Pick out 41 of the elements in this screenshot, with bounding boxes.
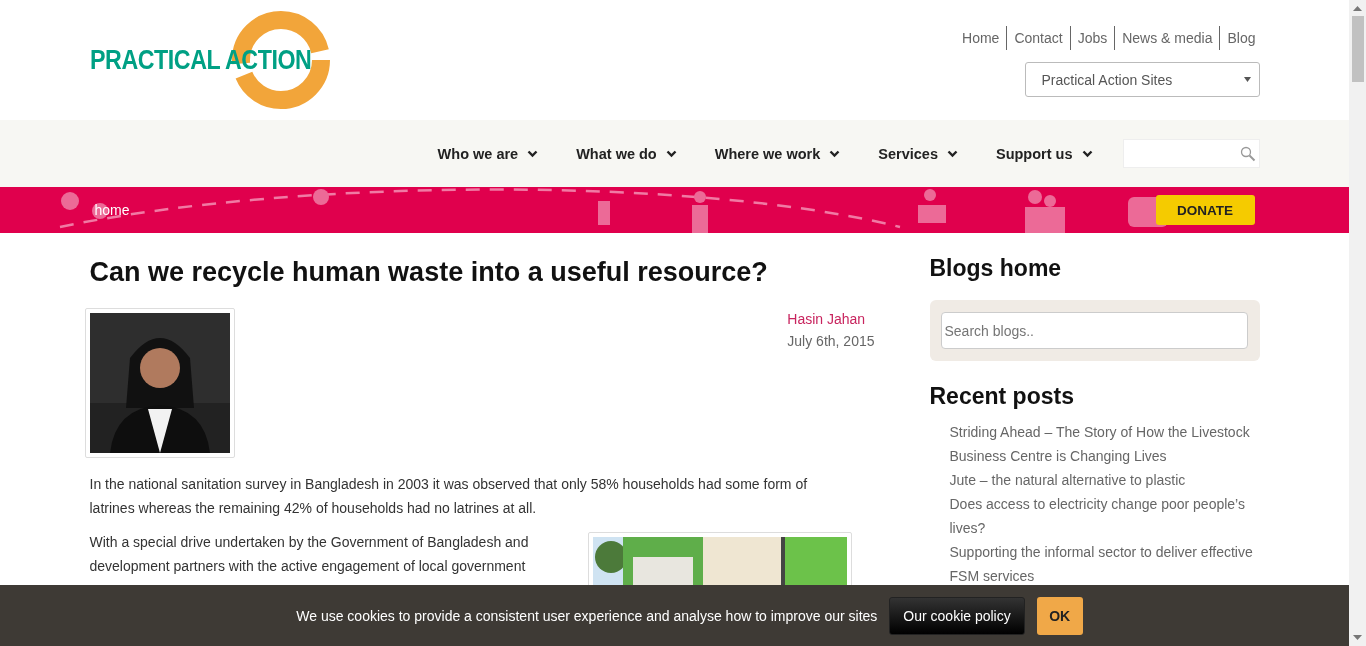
nav-menu-item[interactable]: Who we are	[437, 145, 539, 162]
scrollbar[interactable]	[1349, 0, 1366, 646]
scroll-down-icon[interactable]	[1353, 635, 1362, 640]
dropdown-arrow-icon	[1243, 77, 1251, 82]
donate-button[interactable]: DONATE	[1155, 195, 1255, 225]
nav-menu-item[interactable]: Services	[878, 145, 958, 162]
article-title: Can we recycle human waste into a useful resource?	[89, 257, 769, 288]
nav-menu-item[interactable]: Where we work	[714, 145, 841, 162]
chevron-down-icon	[946, 149, 958, 158]
nav-menu-item[interactable]: Support us	[995, 145, 1093, 162]
top-nav-link[interactable]: Contact	[1006, 26, 1070, 50]
chevron-down-icon	[527, 149, 539, 158]
site-select[interactable]: Practical Action Sites	[1024, 62, 1260, 97]
top-nav-link[interactable]: Home	[955, 26, 1007, 50]
author-link[interactable]: Hasin Jahan	[787, 311, 866, 327]
breadcrumb-link[interactable]: home	[94, 202, 130, 218]
chevron-down-icon	[829, 149, 841, 158]
recent-post-link[interactable]: Jute – the natural alternative to plastic	[949, 468, 1260, 492]
recent-post-link[interactable]: Striding Ahead – The Story of How the Livestock Business Centre is Changing Lives	[949, 420, 1260, 468]
post-date: July 6th, 2015	[787, 333, 875, 349]
sidebar-heading: Recent posts	[929, 383, 1075, 410]
article-paragraph: In the national sanitation survey in Bangladesh in 2003 it was observed that only 58% households had some form of latrines whereas the remaining 42% of households had no latrines at all.	[89, 475, 809, 518]
chevron-down-icon	[1081, 149, 1093, 158]
ok-button[interactable]: OK	[1036, 596, 1083, 635]
sidebar-heading: Blogs home	[929, 255, 1063, 282]
top-nav-link[interactable]: Blog	[1219, 26, 1256, 50]
cookie-policy-button[interactable]: Our cookie policy	[889, 596, 1025, 635]
recent-post-link[interactable]: Does access to electricity change poor people’s lives?	[949, 492, 1260, 540]
recent-post-link[interactable]: Supporting the informal sector to deliver effective FSM services	[949, 540, 1260, 588]
search-field[interactable]	[1122, 139, 1260, 168]
chevron-down-icon	[665, 149, 677, 158]
logo-wordmark[interactable]: PRACTICAL ACTION	[89, 45, 311, 76]
top-nav-link[interactable]: News & media	[1114, 26, 1220, 50]
scroll-thumb[interactable]	[1351, 16, 1364, 82]
scroll-up-icon[interactable]	[1353, 6, 1362, 11]
search-icon	[1239, 145, 1256, 162]
blog-search-field[interactable]: Search blogs..	[940, 312, 1248, 349]
top-nav-link[interactable]: Jobs	[1069, 26, 1115, 50]
nav-menu-item[interactable]: What we do	[576, 145, 677, 162]
cookie-message: We use cookies to provide a consistent user experience and analyse how to improve our sites	[296, 607, 878, 624]
article-paragraph: With a special drive undertaken by the Government of Bangladesh and development partners with the active engagement of local government	[89, 533, 530, 576]
